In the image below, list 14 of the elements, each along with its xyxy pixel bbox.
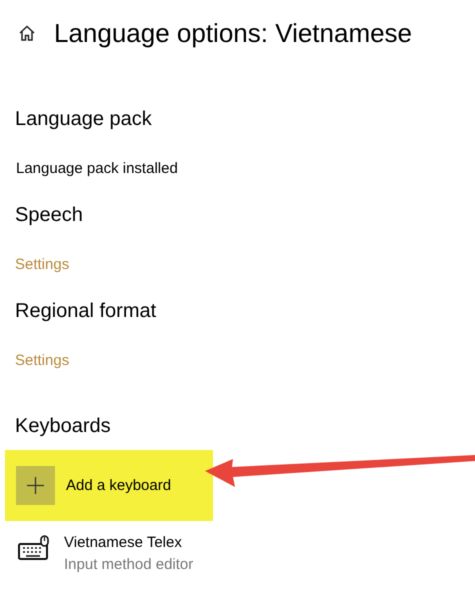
section-heading: Regional format [15, 299, 158, 324]
section-heading: Language pack [15, 107, 153, 132]
settings-link[interactable]: Settings [15, 351, 70, 371]
home-icon[interactable] [18, 24, 36, 42]
keyboard-description: Input method editor [64, 555, 194, 575]
page-title: Language options: Vietnamese [54, 17, 412, 50]
section-heading: Keyboards [15, 414, 112, 439]
status-text: Language pack installed [15, 159, 178, 179]
keyboard-name: Vietnamese Telex [64, 533, 183, 553]
add-keyboard-button[interactable]: Add a keyboard [5, 450, 213, 521]
settings-link[interactable]: Settings [15, 255, 70, 275]
section-heading: Speech [15, 203, 84, 228]
keyboard-icon [18, 535, 51, 562]
plus-icon [16, 466, 55, 505]
